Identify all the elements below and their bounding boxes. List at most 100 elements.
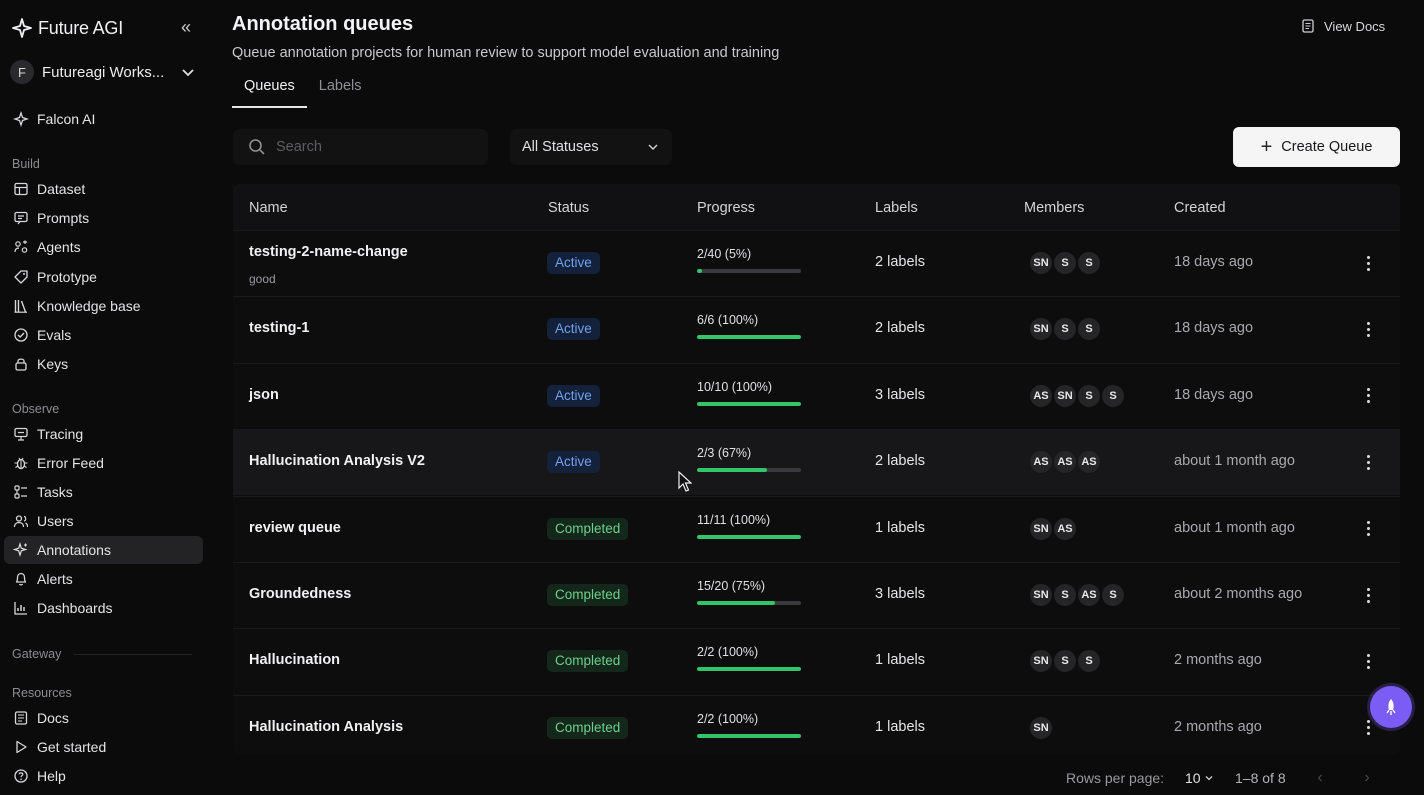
member-avatar[interactable]: S [1076,382,1102,409]
member-avatar[interactable]: SN [1028,714,1054,741]
member-avatar[interactable]: AS [1076,582,1102,608]
table-row[interactable]: testing-1 Active 6/6 (100%) 2 labels SN S S 18 … [233,296,1400,362]
sidebar-item-error-feed[interactable]: Error Feed [4,449,203,477]
member-avatar[interactable]: AS [1076,449,1102,476]
sidebar-item-get-started[interactable]: Get started [4,733,203,761]
column-header-created[interactable]: Created [1174,200,1226,216]
table-row[interactable]: testing-2-name-change good Active 2/40 (5%)… [233,230,1400,296]
table-row[interactable]: json Active 10/10 (100%) 3 labels AS SN S S 18 d… [233,362,1400,429]
tab-queues[interactable]: Queues [232,74,307,108]
search-input[interactable] [276,139,476,155]
sidebar-item-label: Tracing [37,426,84,442]
help-icon [13,768,29,784]
column-header-name[interactable]: Name [249,200,288,216]
sidebar-item-users[interactable]: Users [4,507,203,535]
sidebar-item-tracing[interactable]: Tracing [4,420,203,448]
member-avatar[interactable]: AS [1052,449,1078,476]
search-icon [249,139,265,155]
member-avatar[interactable]: SN [1028,648,1054,675]
sidebar-item-dataset[interactable]: Dataset [4,175,203,203]
member-avatar[interactable]: S [1100,382,1126,409]
sidebar-item-dashboards[interactable]: Dashboards [4,594,203,622]
table-row[interactable]: Hallucination Analysis Completed 2/2 (100%… [233,694,1400,754]
tab-labels[interactable]: Labels [307,74,374,108]
sidebar-item-keys[interactable]: Keys [4,350,203,378]
sidebar-item-prototype[interactable]: Prototype [4,263,203,291]
progress-fill [697,733,801,738]
view-docs-button[interactable]: View Docs [1293,12,1403,40]
member-avatar[interactable]: S [1100,582,1126,608]
member-avatar[interactable]: S [1076,316,1102,343]
more-options-icon[interactable] [1359,384,1377,408]
column-header-labels[interactable]: Labels [875,200,918,216]
more-options-icon[interactable] [1359,517,1377,541]
column-header-status[interactable]: Status [548,200,589,216]
sidebar-item-help[interactable]: Help [4,762,203,790]
member-avatar[interactable]: AS [1028,382,1054,409]
section-resources: Resources [12,686,72,700]
member-avatar[interactable]: S [1052,250,1078,276]
docs-icon [13,710,29,726]
sidebar-item-knowledge-base[interactable]: Knowledge base [4,292,203,320]
create-queue-button[interactable]: + Create Queue [1233,127,1400,167]
more-options-icon[interactable] [1359,251,1377,275]
sidebar-item-docs[interactable]: Docs [4,704,203,732]
member-avatar[interactable]: S [1052,582,1078,608]
brand-logo[interactable]: Future AGI [12,16,123,40]
status-badge: Active [547,252,600,274]
chevron-down-icon [648,144,658,151]
member-avatar[interactable]: SN [1028,316,1054,343]
table-row[interactable]: Hallucination Analysis V2 Active 2/3 (67%)… [233,429,1400,496]
member-avatar[interactable]: SN [1028,250,1054,276]
created-date: about 1 month ago [1174,453,1295,470]
sidebar-item-agents[interactable]: Agents [4,233,203,261]
sidebar-item-prompts[interactable]: Prompts [4,204,203,232]
table-row[interactable]: review queue Completed 11/11 (100%) 1 label… [233,495,1400,562]
member-avatar[interactable]: AS [1052,515,1078,542]
rows-per-page-select[interactable]: 10 [1185,768,1214,788]
member-avatar[interactable]: SN [1028,582,1054,608]
sidebar-item-label: Prompts [37,210,90,227]
more-options-icon[interactable] [1359,317,1377,341]
sidebar-item-falcon-ai[interactable]: Falcon AI [4,105,203,133]
pagination-range: 1–8 of 8 [1235,770,1286,786]
member-avatar[interactable]: S [1052,648,1078,675]
member-avatar[interactable]: S [1076,648,1102,675]
rows-per-page-value: 10 [1185,770,1201,786]
sidebar-item-alerts[interactable]: Alerts [4,565,203,593]
table-row[interactable]: Groundedness Completed 15/20 (75%) 3 labels… [233,562,1400,628]
more-options-icon[interactable] [1359,450,1377,474]
workspace-name: Futureagi Works... [42,63,165,81]
sidebar-item-label: Users [37,513,74,529]
divider [74,654,192,655]
sidebar: Future AGI « F Futureagi Works... Falcon… [0,0,210,795]
labels-count: 3 labels [875,586,925,602]
member-avatar[interactable]: SN [1028,515,1054,542]
sidebar-item-tasks[interactable]: Tasks [4,478,203,506]
member-avatar[interactable]: S [1052,316,1078,343]
status-filter-select[interactable]: All Statuses [510,129,672,165]
collapse-sidebar-icon[interactable]: « [176,17,196,37]
more-options-icon[interactable] [1359,649,1377,673]
progress-text: 2/2 (100%) [697,645,759,660]
assistant-fab-button[interactable] [1370,686,1412,728]
search-box[interactable] [233,129,488,165]
column-header-members[interactable]: Members [1024,200,1084,216]
previous-page-icon[interactable]: ‹ [1310,768,1330,788]
workspace-switcher[interactable]: F Futureagi Works... [10,59,200,85]
labels-count: 2 labels [875,453,925,470]
member-avatar[interactable]: S [1076,250,1102,276]
sidebar-item-evals[interactable]: Evals [4,321,203,349]
agent-icon [13,239,29,255]
queues-table: Name Status Progress Labels Members Crea… [233,184,1400,754]
labels-count: 1 labels [875,652,925,669]
table-row[interactable]: Hallucination Completed 2/2 (100%) 1 labels… [233,628,1400,694]
status-badge: Completed [547,517,629,540]
column-header-progress[interactable]: Progress [697,200,755,216]
member-avatar[interactable]: SN [1052,382,1078,409]
more-options-icon[interactable] [1359,583,1377,607]
progress-fill [697,468,767,473]
member-avatar[interactable]: AS [1028,449,1054,476]
sidebar-item-annotations[interactable]: Annotations [4,536,203,564]
next-page-icon[interactable]: › [1357,768,1377,788]
